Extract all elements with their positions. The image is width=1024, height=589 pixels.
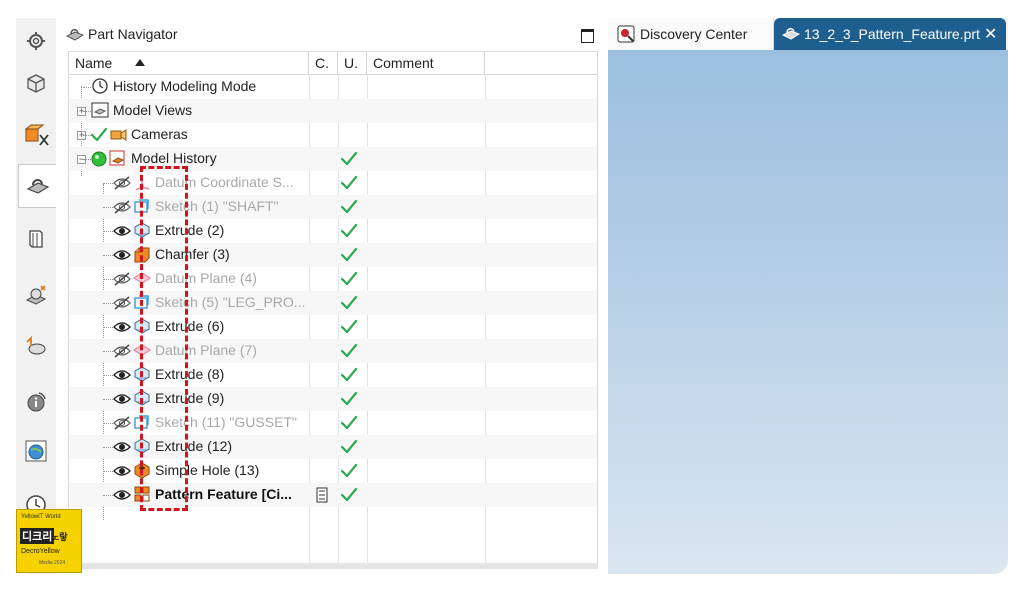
up-to-date-check-icon	[340, 319, 358, 340]
tree-item-label: History Modeling Mode	[113, 78, 257, 94]
navigator-title-bar: Part Navigator	[56, 18, 608, 50]
hidden-eye-icon[interactable]	[113, 416, 131, 435]
grid-header: Name C. U. Comment	[69, 52, 597, 75]
up-to-date-check-icon	[340, 271, 358, 292]
up-to-date-check-icon	[340, 199, 358, 220]
visible-eye-icon[interactable]	[113, 488, 131, 507]
hidden-eye-icon[interactable]	[113, 176, 131, 195]
up-to-date-check-icon	[340, 487, 358, 508]
up-to-date-check-icon	[340, 391, 358, 412]
sort-ascending-icon	[135, 59, 145, 66]
visible-eye-icon[interactable]	[113, 368, 131, 387]
up-to-date-check-icon	[340, 367, 358, 388]
navigator-title: Part Navigator	[88, 26, 178, 42]
column-c-label: C.	[315, 55, 329, 71]
assembly-navigator-icon[interactable]	[19, 66, 53, 100]
up-to-date-check-icon	[340, 175, 358, 196]
column-u-label: U.	[344, 55, 358, 71]
web-browser-icon[interactable]	[19, 330, 53, 364]
app-window: Part Navigator Name C. U. Comment Histor…	[16, 18, 1008, 574]
up-to-date-check-icon	[340, 295, 358, 316]
visible-eye-icon[interactable]	[113, 248, 131, 267]
settings-icon[interactable]	[19, 24, 53, 58]
visible-eye-icon[interactable]	[113, 224, 131, 243]
graphics-viewport[interactable]	[608, 50, 1008, 574]
hidden-eye-icon[interactable]	[113, 272, 131, 291]
checkmark-icon	[90, 127, 108, 148]
logo-line-2: 디크리	[20, 528, 55, 544]
logo-line-5: Media 2024	[39, 560, 66, 566]
column-header-c[interactable]: C.	[309, 52, 338, 74]
column-header-comment[interactable]: Comment	[367, 52, 485, 74]
system-materials-icon[interactable]	[19, 434, 53, 468]
tab-discovery-center[interactable]: Discovery Center	[608, 18, 774, 50]
column-header-u[interactable]: U.	[338, 52, 367, 74]
model-history-icon	[109, 149, 127, 172]
tab-discovery-label: Discovery Center	[640, 26, 748, 42]
discovery-center-icon	[616, 24, 636, 49]
hidden-eye-icon[interactable]	[113, 344, 131, 363]
highlight-box	[140, 166, 188, 511]
history-info-icon[interactable]	[19, 384, 53, 418]
horizontal-scrollbar[interactable]	[68, 563, 598, 569]
document-tabs: Discovery Center 13_2_3_Pattern_Feature.…	[608, 18, 1008, 50]
tab-part-label: 13_2_3_Pattern_Feature.prt	[804, 26, 980, 42]
tree-row[interactable]: + Model Views	[69, 99, 597, 123]
up-to-date-check-icon	[340, 439, 358, 460]
clock-icon	[91, 77, 109, 100]
camera-icon	[109, 125, 127, 148]
model-views-icon	[91, 101, 109, 124]
visible-eye-icon[interactable]	[113, 440, 131, 459]
tree-item-label: Cameras	[131, 126, 188, 142]
logo-line-4: DecroYellow	[21, 548, 60, 555]
logo-line-1: YellowIT World	[21, 514, 61, 520]
up-to-date-check-icon	[340, 415, 358, 436]
visible-eye-icon[interactable]	[113, 392, 131, 411]
tree-item-label: Model Views	[113, 102, 193, 118]
status-ok-icon	[91, 151, 107, 172]
part-navigator-icon[interactable]	[18, 164, 57, 208]
column-header-name[interactable]: Name	[69, 52, 309, 74]
part-file-icon	[781, 25, 801, 46]
resource-bar	[16, 18, 57, 574]
up-to-date-check-icon	[340, 463, 358, 484]
hd3d-tools-icon[interactable]	[19, 278, 53, 312]
visible-eye-icon[interactable]	[113, 320, 131, 339]
up-to-date-check-icon	[340, 343, 358, 364]
tab-part-file[interactable]: 13_2_3_Pattern_Feature.prt ✕	[774, 18, 1006, 50]
column-comment-label: Comment	[373, 55, 434, 71]
tree-row[interactable]: + Cameras	[69, 123, 597, 147]
watermark-logo: YellowIT World 디크리 노랗 DecroYellow Media …	[16, 509, 82, 573]
up-to-date-check-icon	[340, 151, 358, 172]
reuse-library-icon[interactable]	[19, 222, 53, 256]
hidden-eye-icon[interactable]	[113, 296, 131, 315]
part-navigator-panel: Part Navigator Name C. U. Comment Histor…	[56, 18, 609, 574]
logo-line-3: 노랗	[51, 532, 68, 542]
up-to-date-check-icon	[340, 223, 358, 244]
part-navigator-title-icon	[65, 26, 85, 47]
tree-item-label: Model History	[131, 150, 217, 166]
column-name-label: Name	[75, 55, 113, 71]
hidden-eye-icon[interactable]	[113, 200, 131, 219]
current-feature-icon	[316, 487, 328, 508]
visible-eye-icon[interactable]	[113, 464, 131, 483]
up-to-date-check-icon	[340, 247, 358, 268]
close-tab-icon[interactable]: ✕	[984, 24, 997, 44]
tree-row[interactable]: History Modeling Mode	[69, 75, 597, 99]
constraint-navigator-icon[interactable]	[19, 118, 53, 152]
maximize-icon[interactable]	[581, 29, 594, 43]
